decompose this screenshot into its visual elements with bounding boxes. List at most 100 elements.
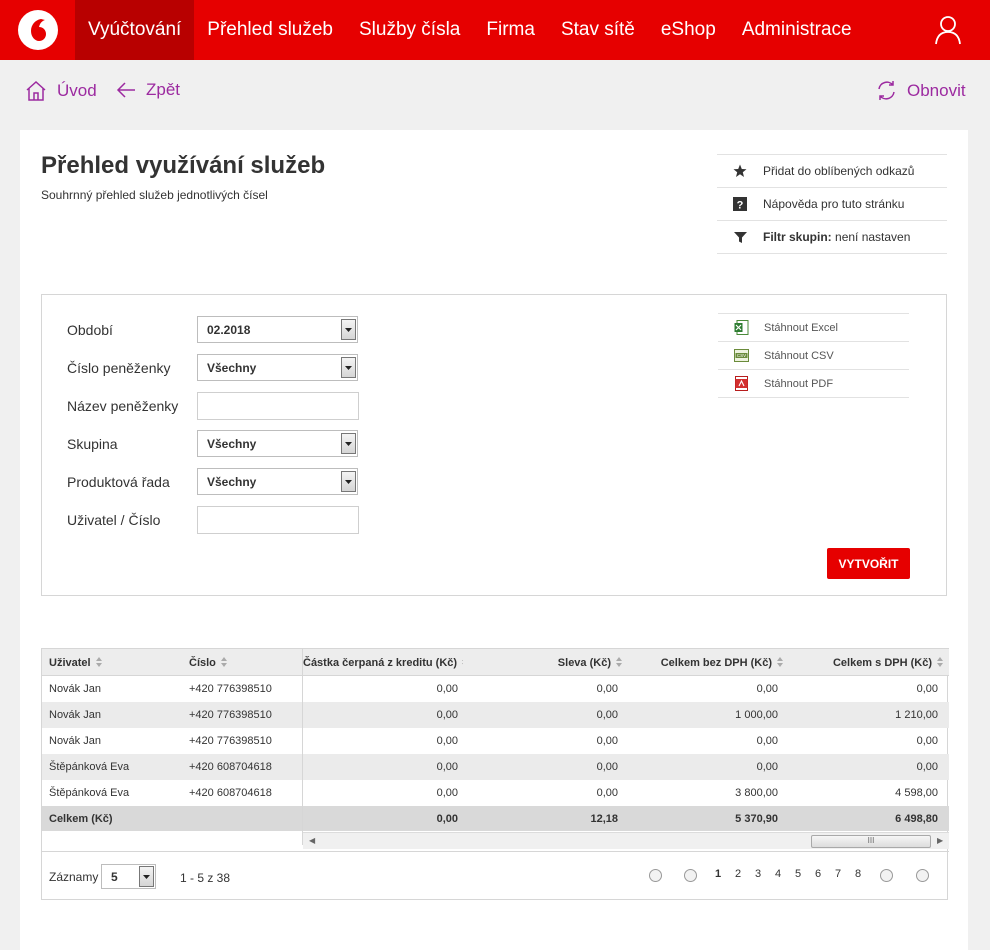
- wallet-name-input[interactable]: [197, 392, 359, 420]
- group-row: Skupina Všechny: [67, 430, 358, 457]
- wallet-name-label: Název peněženky: [67, 398, 179, 414]
- cell-credit: 0,00: [436, 735, 458, 747]
- add-favorite-label: Přidat do oblíbených odkazů: [763, 164, 915, 178]
- download-excel-link[interactable]: Stáhnout Excel: [718, 314, 909, 342]
- table-row[interactable]: Novák Jan +420 776398510 0,00 0,00 1 000…: [42, 702, 949, 728]
- cell-total-vat: 1 210,00: [895, 709, 938, 721]
- total-discount: 12,18: [590, 812, 618, 825]
- vodafone-logo[interactable]: [0, 0, 75, 60]
- column-header-credit[interactable]: Částka čerpaná z kreditu (Kč): [303, 649, 463, 676]
- column-header-total-vat-label: Celkem s DPH (Kč): [832, 656, 932, 669]
- table-row[interactable]: Novák Jan +420 776398510 0,00 0,00 0,00 …: [42, 728, 949, 754]
- home-icon: [26, 80, 46, 101]
- last-page-icon[interactable]: [916, 869, 929, 882]
- nav-item-stav-site[interactable]: Stav sítě: [548, 0, 648, 60]
- column-header-discount-label: Sleva (Kč): [557, 656, 611, 669]
- page-subtitle: Souhrnný přehled služeb jednotlivých čís…: [41, 188, 268, 202]
- cell-user: Štěpánková Eva: [49, 787, 130, 799]
- table-row[interactable]: Štěpánková Eva +420 608704618 0,00 0,00 …: [42, 754, 949, 780]
- page-number[interactable]: 4: [775, 868, 781, 880]
- cell-credit: 0,00: [436, 709, 458, 721]
- home-link[interactable]: Úvod: [25, 80, 97, 102]
- download-csv-link[interactable]: CSV Stáhnout CSV: [718, 342, 909, 370]
- wallet-number-label: Číslo peněženky: [67, 359, 171, 376]
- download-excel-label: Stáhnout Excel: [764, 321, 838, 334]
- top-navigation: Vyúčtování Přehled služeb Služby čísla F…: [0, 0, 990, 60]
- action-bar: Úvod Zpět Obnovit: [0, 60, 990, 130]
- table-row[interactable]: Štěpánková Eva +420 608704618 0,00 0,00 …: [42, 780, 949, 806]
- dropdown-arrow-icon: [341, 319, 356, 340]
- cell-discount: 0,00: [596, 761, 618, 773]
- page-number[interactable]: 5: [795, 868, 801, 880]
- nav-item-firma[interactable]: Firma: [473, 0, 548, 60]
- page-number[interactable]: 1: [715, 868, 721, 880]
- page-number[interactable]: 8: [855, 868, 861, 880]
- scroll-right-icon[interactable]: ▶: [937, 836, 943, 845]
- nav-item-administrace[interactable]: Administrace: [729, 0, 865, 60]
- pdf-icon: [718, 376, 764, 391]
- download-pdf-label: Stáhnout PDF: [764, 377, 834, 390]
- column-header-number-label: Číslo: [189, 656, 216, 669]
- previous-page-icon[interactable]: [684, 869, 697, 882]
- period-value: 02.2018: [207, 322, 251, 337]
- create-button[interactable]: VYTVOŘIT: [827, 548, 910, 579]
- user-icon[interactable]: [934, 15, 962, 45]
- cell-number: +420 608704618: [189, 761, 272, 773]
- main-panel: Přehled využívání služeb Souhrnný přehle…: [20, 130, 968, 950]
- cell-discount: 0,00: [596, 787, 618, 799]
- column-header-user[interactable]: Uživatel: [49, 649, 103, 676]
- page-title: Přehled využívání služeb: [41, 152, 326, 179]
- cell-number: +420 776398510: [189, 709, 272, 721]
- records-label: Záznamy: [49, 870, 99, 884]
- column-header-total-vat[interactable]: Celkem s DPH (Kč): [802, 649, 944, 676]
- help-icon: ?: [717, 197, 763, 211]
- refresh-link[interactable]: Obnovit: [876, 80, 966, 101]
- back-link[interactable]: Zpět: [116, 80, 180, 100]
- scroll-thumb[interactable]: III: [811, 835, 931, 848]
- nav-item-prehled-sluzeb[interactable]: Přehled služeb: [194, 0, 346, 60]
- page-number[interactable]: 3: [755, 868, 761, 880]
- download-pdf-link[interactable]: Stáhnout PDF: [718, 370, 909, 398]
- cell-total-vat: 0,00: [916, 735, 938, 747]
- scroll-left-icon[interactable]: ◀: [309, 836, 315, 845]
- product-line-select[interactable]: Všechny: [197, 468, 358, 495]
- cell-number: +420 776398510: [189, 735, 272, 747]
- cell-user: Novák Jan: [49, 735, 101, 747]
- page-number[interactable]: 2: [735, 868, 741, 880]
- nav-item-sluzby-cisla[interactable]: Služby čísla: [346, 0, 473, 60]
- page-size-select[interactable]: 5: [101, 864, 156, 889]
- help-link[interactable]: ? Nápověda pro tuto stránku: [717, 188, 947, 221]
- cell-user: Novák Jan: [49, 709, 101, 721]
- horizontal-scrollbar[interactable]: ◀ III ▶: [303, 832, 949, 849]
- column-header-total-no-vat[interactable]: Celkem bez DPH (Kč): [642, 649, 784, 676]
- group-filter-label: Filtr skupin:: [763, 230, 832, 244]
- user-input[interactable]: [197, 506, 359, 534]
- nav-item-eshop[interactable]: eShop: [648, 0, 729, 60]
- cell-total-no-vat: 0,00: [756, 735, 778, 747]
- sort-icon: [937, 657, 944, 668]
- column-header-credit-label: Částka čerpaná z kreditu (Kč): [303, 656, 458, 669]
- cell-user: Novák Jan: [49, 683, 101, 695]
- page-number[interactable]: 7: [835, 868, 841, 880]
- wallet-number-select[interactable]: Všechny: [197, 354, 358, 381]
- frozen-column-divider: [302, 648, 303, 845]
- add-favorite-link[interactable]: Přidat do oblíbených odkazů: [717, 155, 947, 188]
- page-size-value: 5: [111, 869, 118, 884]
- cell-total-no-vat: 0,00: [756, 761, 778, 773]
- table-row[interactable]: Novák Jan +420 776398510 0,00 0,00 0,00 …: [42, 676, 949, 702]
- period-select[interactable]: 02.2018: [197, 316, 358, 343]
- total-no-vat: 5 370,90: [735, 812, 778, 825]
- column-header-number[interactable]: Číslo: [189, 649, 228, 676]
- sort-icon: [220, 657, 228, 668]
- home-label: Úvod: [57, 81, 97, 100]
- group-select[interactable]: Všechny: [197, 430, 358, 457]
- table-body: Novák Jan +420 776398510 0,00 0,00 0,00 …: [42, 676, 949, 831]
- arrow-left-icon: [116, 82, 135, 98]
- group-filter-link[interactable]: Filtr skupin: není nastaven: [717, 221, 947, 254]
- nav-item-vyuctovani[interactable]: Vyúčtování: [75, 0, 195, 60]
- next-page-icon[interactable]: [880, 869, 893, 882]
- column-header-discount[interactable]: Sleva (Kč): [522, 649, 623, 676]
- first-page-icon[interactable]: [649, 869, 662, 882]
- page-number[interactable]: 6: [815, 868, 821, 880]
- wallet-number-value: Všechny: [207, 360, 257, 375]
